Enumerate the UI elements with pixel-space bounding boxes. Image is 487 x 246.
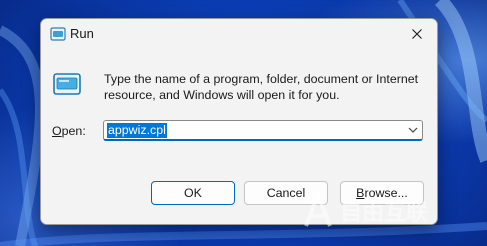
ok-button[interactable]: OK bbox=[151, 181, 235, 205]
open-label: Open: bbox=[52, 124, 86, 138]
prompt-line-1: Type the name of a program, folder, docu… bbox=[104, 72, 419, 86]
browse-button-label: Browse... bbox=[356, 186, 408, 200]
open-label-rest: pen: bbox=[61, 124, 86, 138]
cancel-button-label: Cancel bbox=[266, 186, 306, 200]
open-label-mnemonic: O bbox=[52, 124, 62, 138]
chevron-down-icon[interactable] bbox=[408, 126, 418, 134]
dialog-footer: OK Cancel Browse... bbox=[41, 168, 437, 224]
close-icon bbox=[412, 29, 422, 39]
run-app-icon bbox=[53, 73, 81, 95]
close-button[interactable] bbox=[397, 19, 437, 49]
open-input-value[interactable]: appwiz.cpl bbox=[107, 123, 167, 138]
title-bar[interactable]: Run bbox=[41, 19, 437, 50]
open-combobox[interactable]: appwiz.cpl bbox=[103, 120, 423, 141]
prompt-text: Type the name of a program, folder, docu… bbox=[104, 71, 429, 103]
browse-button[interactable]: Browse... bbox=[340, 181, 424, 205]
ok-button-label: OK bbox=[184, 186, 202, 200]
prompt-line-2: resource, and Windows will open it for y… bbox=[104, 88, 340, 102]
dialog-content: Type the name of a program, folder, docu… bbox=[41, 50, 437, 168]
browse-rest: rowse... bbox=[364, 186, 408, 200]
window-title: Run bbox=[70, 26, 94, 41]
cancel-button[interactable]: Cancel bbox=[244, 181, 328, 205]
run-dialog: Run Type the name of a program, folder, … bbox=[40, 18, 438, 225]
run-app-icon bbox=[50, 27, 66, 41]
